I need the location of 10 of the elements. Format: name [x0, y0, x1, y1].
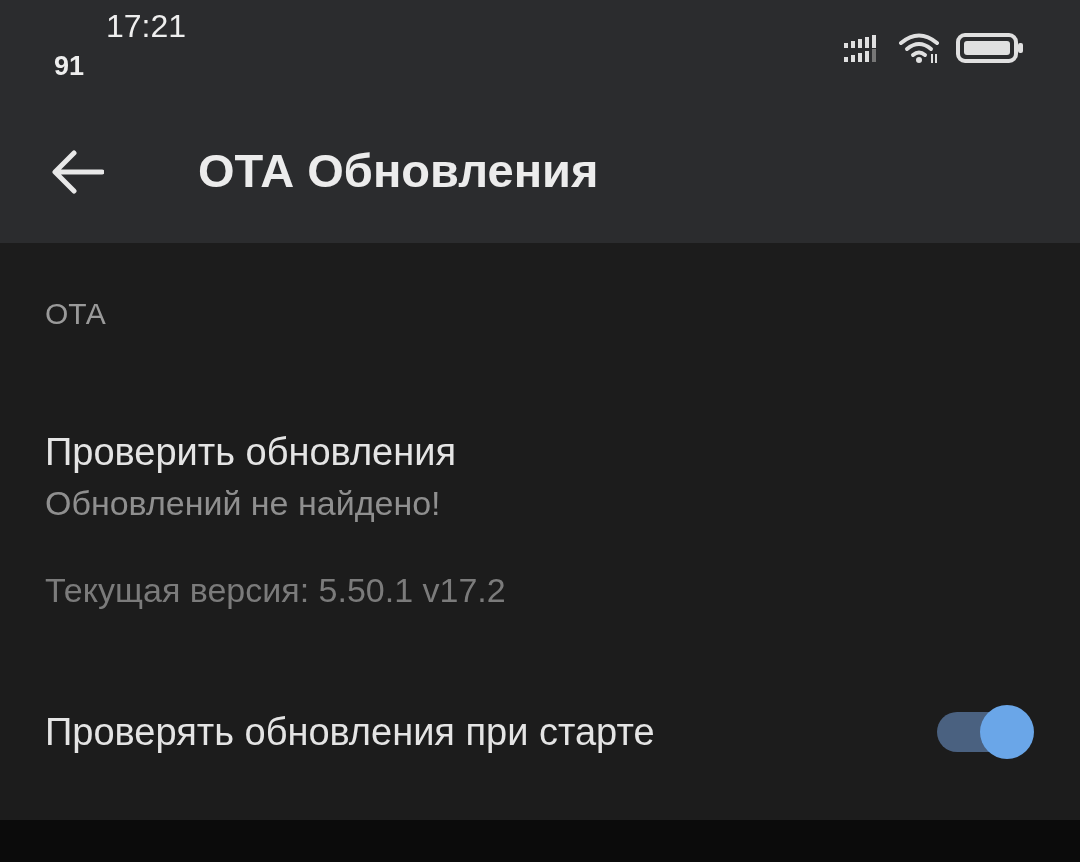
- preference-item[interactable]: Проверить обновления Обновлений не найдено!: [45, 431, 457, 523]
- screen-title: ОТА Обновления: [198, 143, 599, 198]
- clock-time: 17:21: [106, 8, 187, 45]
- section-header: ОТА: [45, 297, 106, 331]
- battery-icon: [956, 33, 1024, 63]
- toggle-switch[interactable]: [935, 704, 1035, 760]
- version-text: Текущая версия: 5.50.1 v17.2: [45, 571, 506, 610]
- status-number: 91: [54, 51, 86, 82]
- wifi-icon: [898, 32, 942, 64]
- setting-label: Проверять обновления при старте: [45, 710, 655, 754]
